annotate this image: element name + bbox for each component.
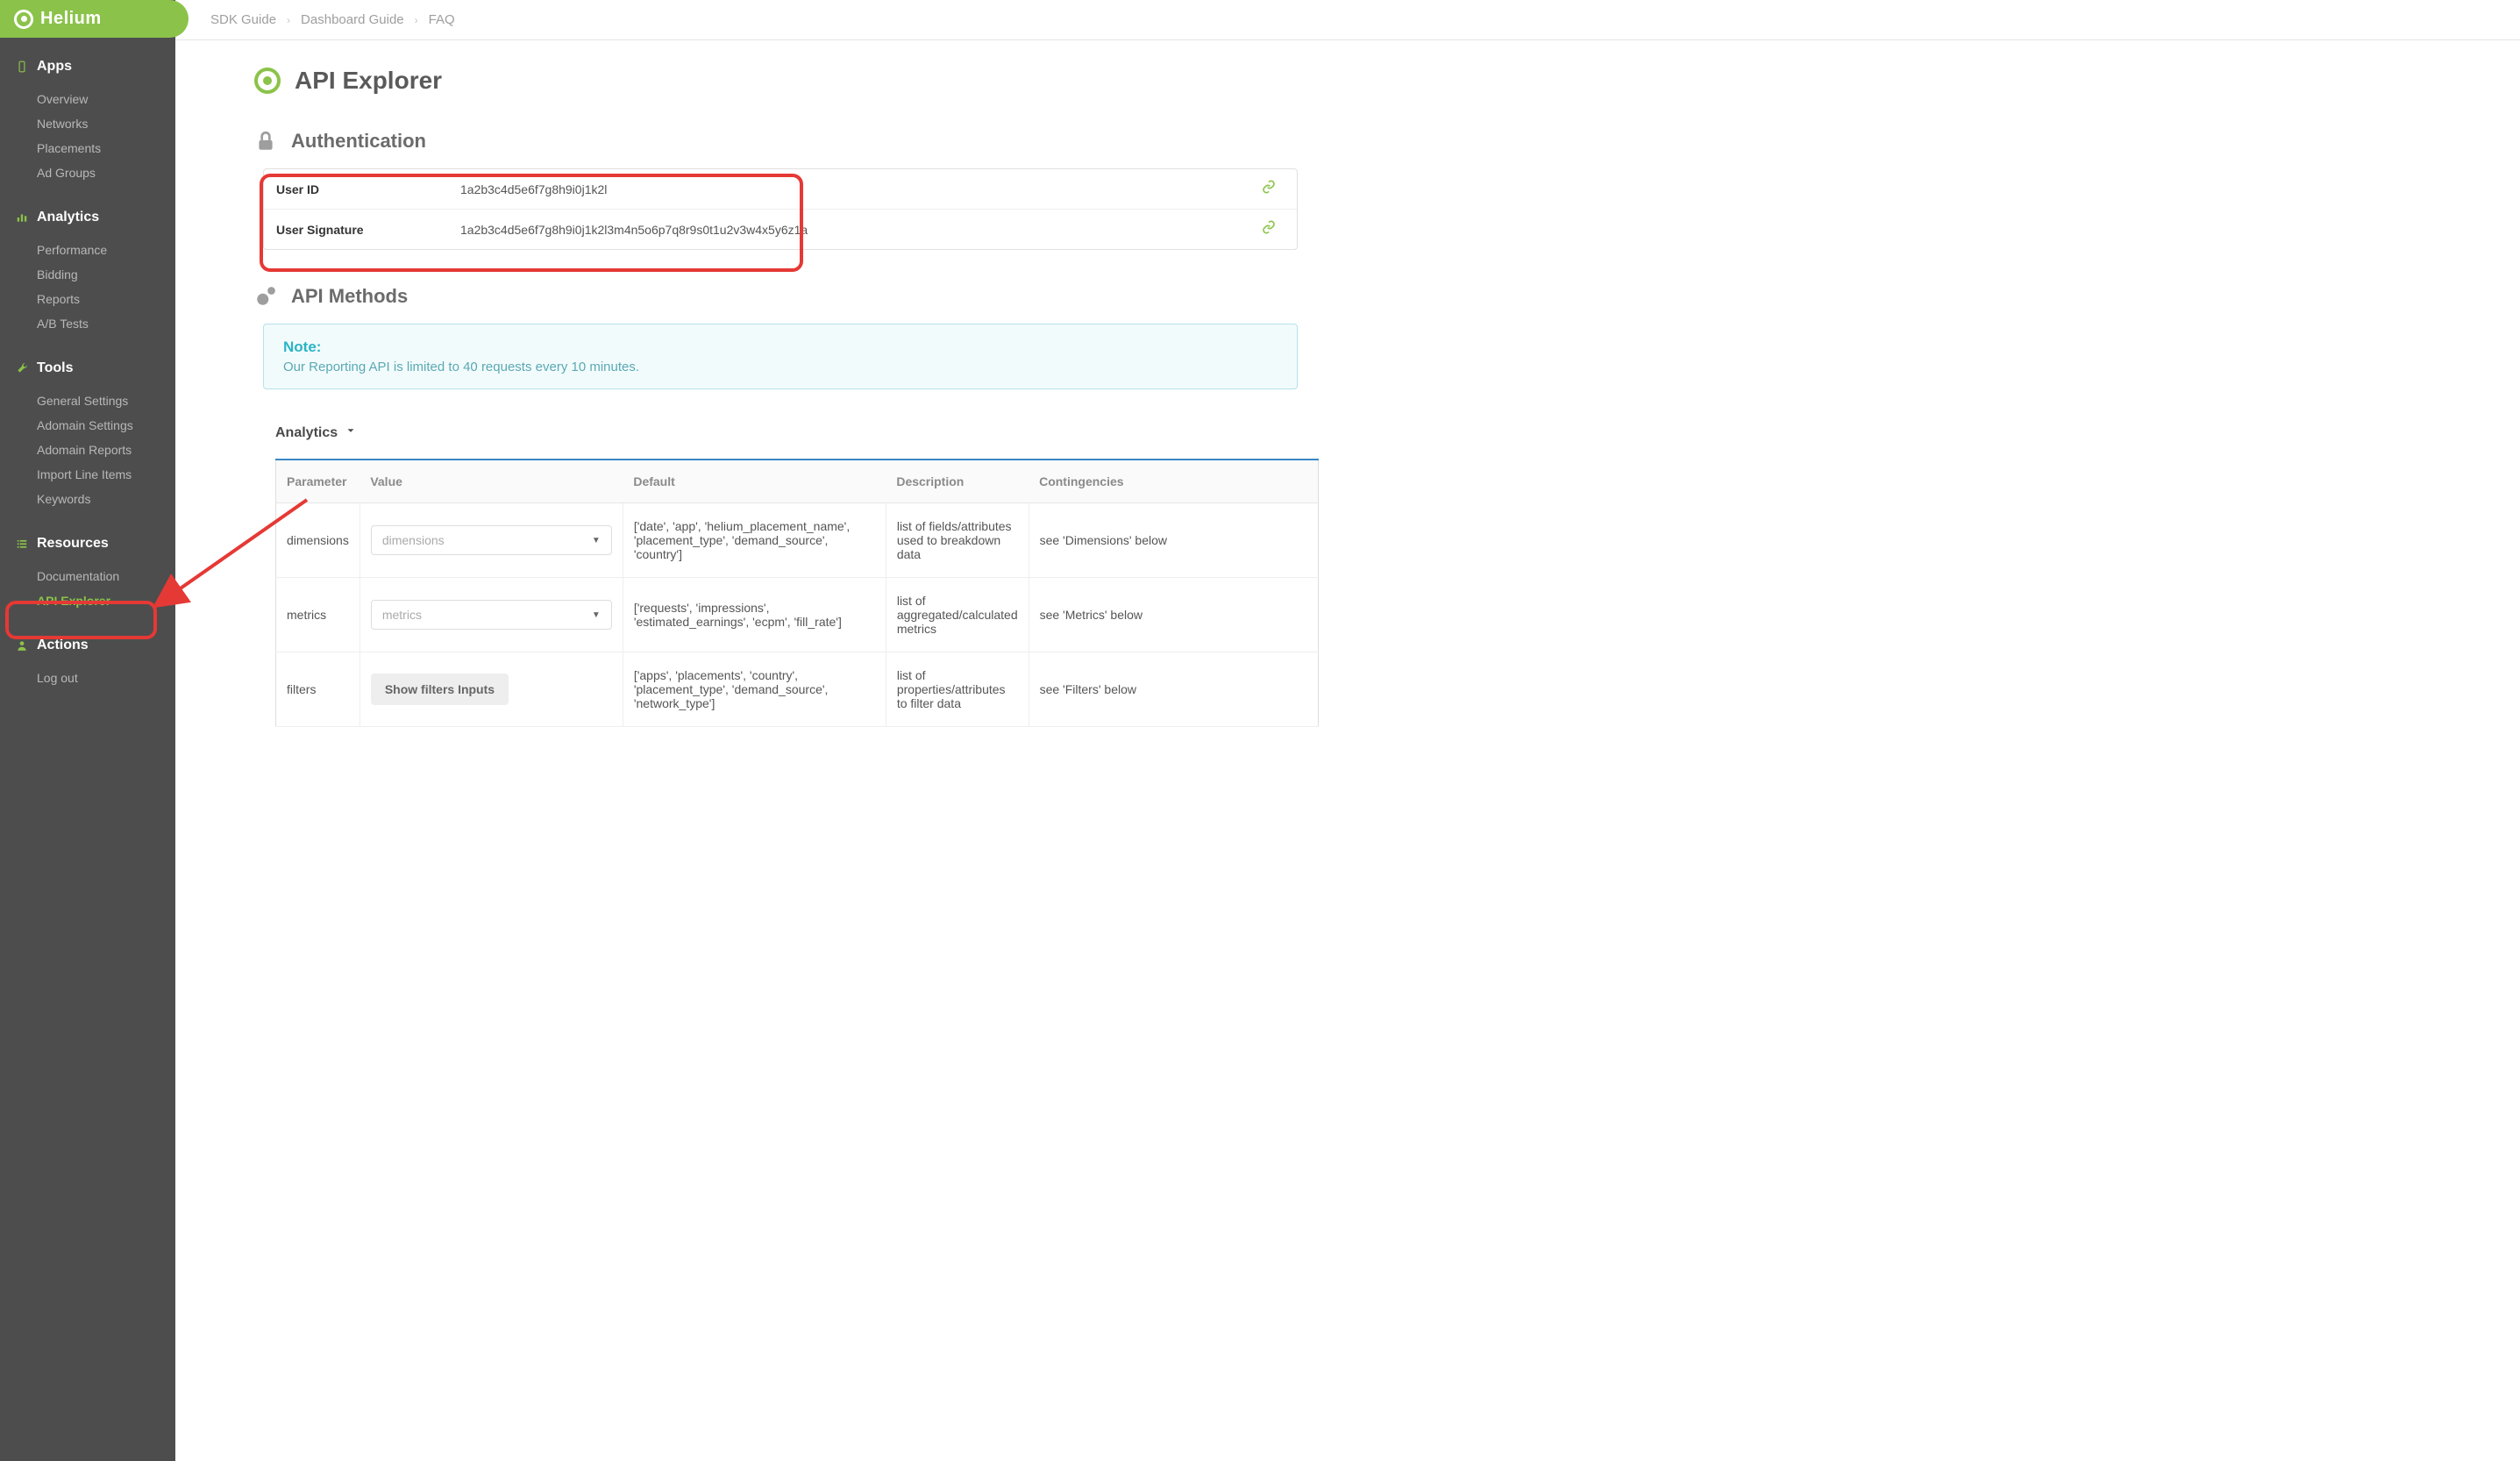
nav-section-label: Apps	[37, 59, 72, 75]
cell-cont: see 'Dimensions' below	[1029, 503, 1318, 578]
gears-icon	[254, 285, 277, 308]
sidebar-item-ab-tests[interactable]: A/B Tests	[0, 311, 175, 336]
show-filters-button[interactable]: Show filters Inputs	[371, 673, 509, 705]
sidebar-item-import-line-items[interactable]: Import Line Items	[0, 462, 175, 487]
section-authentication: Authentication	[291, 130, 426, 153]
sidebar-item-keywords[interactable]: Keywords	[0, 487, 175, 511]
brand-icon	[14, 10, 33, 29]
cell-desc: list of fields/attributes used to breakd…	[886, 503, 1029, 578]
cell-default: ['apps', 'placements', 'country', 'place…	[623, 652, 886, 727]
nav-section-actions[interactable]: Actions	[0, 632, 175, 659]
section-api-methods: API Methods	[291, 285, 408, 308]
th-description: Description	[886, 460, 1029, 503]
auth-row-user-signature: User Signature 1a2b3c4d5e6f7g8h9i0j1k2l3…	[264, 210, 1297, 249]
accordion-label: Analytics	[275, 425, 338, 441]
table-row: dimensions dimensions ▼ ['date', 'app', …	[276, 503, 1319, 578]
cell-param: filters	[276, 652, 360, 727]
params-table: Parameter Value Default Description Cont…	[275, 459, 1319, 727]
auth-label: User Signature	[276, 223, 460, 237]
list-icon	[16, 538, 28, 550]
sidebar-item-general-settings[interactable]: General Settings	[0, 388, 175, 413]
chevron-down-icon	[345, 424, 357, 441]
bar-chart-icon	[16, 211, 28, 224]
th-parameter: Parameter	[276, 460, 360, 503]
caret-down-icon: ▼	[592, 610, 601, 620]
cell-param: metrics	[276, 578, 360, 652]
sidebar-item-documentation[interactable]: Documentation	[0, 564, 175, 588]
sidebar-item-bidding[interactable]: Bidding	[0, 262, 175, 287]
nav-section-label: Actions	[37, 638, 89, 653]
accordion-analytics[interactable]: Analytics	[275, 424, 1298, 441]
metrics-dropdown[interactable]: metrics ▼	[371, 600, 612, 630]
auth-row-user-id: User ID 1a2b3c4d5e6f7g8h9i0j1k2l	[264, 169, 1297, 210]
nav-section-tools[interactable]: Tools	[0, 355, 175, 381]
sidebar-item-ad-groups[interactable]: Ad Groups	[0, 160, 175, 185]
sidebar-item-networks[interactable]: Networks	[0, 111, 175, 136]
sidebar-item-performance[interactable]: Performance	[0, 238, 175, 262]
cell-desc: list of aggregated/calculated metrics	[886, 578, 1029, 652]
chevron-right-icon: ›	[415, 14, 418, 26]
copy-link-icon[interactable]	[1253, 220, 1285, 239]
th-default: Default	[623, 460, 886, 503]
nav-section-apps[interactable]: Apps	[0, 53, 175, 80]
cell-cont: see 'Filters' below	[1029, 652, 1318, 727]
crumb-faq[interactable]: FAQ	[429, 12, 455, 27]
th-value: Value	[359, 460, 623, 503]
page-title: API Explorer	[295, 67, 442, 95]
dropdown-placeholder: dimensions	[382, 533, 445, 547]
th-contingencies: Contingencies	[1029, 460, 1318, 503]
nav-section-analytics[interactable]: Analytics	[0, 204, 175, 231]
nav-section-label: Resources	[37, 536, 109, 552]
auth-table: User ID 1a2b3c4d5e6f7g8h9i0j1k2l User Si…	[263, 168, 1298, 250]
wrench-icon	[16, 362, 28, 374]
nav-section-label: Analytics	[37, 210, 99, 225]
dimensions-dropdown[interactable]: dimensions ▼	[371, 525, 612, 555]
auth-value: 1a2b3c4d5e6f7g8h9i0j1k2l3m4n5o6p7q8r9s0t…	[460, 223, 1253, 237]
target-icon	[254, 68, 281, 94]
cell-param: dimensions	[276, 503, 360, 578]
sidebar-item-reports[interactable]: Reports	[0, 287, 175, 311]
phone-icon	[16, 61, 28, 73]
sidebar-item-placements[interactable]: Placements	[0, 136, 175, 160]
brand-name: Helium	[40, 9, 102, 29]
table-row: metrics metrics ▼ ['requests', 'impressi…	[276, 578, 1319, 652]
brand-logo[interactable]: Helium	[0, 0, 189, 38]
crumb-sdk-guide[interactable]: SDK Guide	[210, 12, 276, 27]
sidebar-item-api-explorer[interactable]: API Explorer	[0, 588, 175, 613]
auth-label: User ID	[276, 182, 460, 196]
chevron-right-icon: ›	[287, 14, 290, 26]
note-title: Note:	[283, 339, 1278, 356]
table-row: filters Show filters Inputs ['apps', 'pl…	[276, 652, 1319, 727]
dropdown-placeholder: metrics	[382, 608, 422, 622]
copy-link-icon[interactable]	[1253, 180, 1285, 198]
sidebar-item-log-out[interactable]: Log out	[0, 666, 175, 690]
sidebar-item-adomain-settings[interactable]: Adomain Settings	[0, 413, 175, 438]
user-icon	[16, 639, 28, 652]
cell-default: ['date', 'app', 'helium_placement_name',…	[623, 503, 886, 578]
nav-section-resources[interactable]: Resources	[0, 531, 175, 557]
lock-icon	[254, 130, 277, 153]
sidebar-item-overview[interactable]: Overview	[0, 87, 175, 111]
note-box: Note: Our Reporting API is limited to 40…	[263, 324, 1298, 389]
sidebar-item-adomain-reports[interactable]: Adomain Reports	[0, 438, 175, 462]
nav-section-label: Tools	[37, 360, 73, 376]
sidebar: Helium Apps Overview Networks Placements…	[0, 0, 175, 1461]
breadcrumb: SDK Guide › Dashboard Guide › FAQ	[175, 0, 2520, 40]
cell-desc: list of properties/attributes to filter …	[886, 652, 1029, 727]
auth-value: 1a2b3c4d5e6f7g8h9i0j1k2l	[460, 182, 1253, 196]
crumb-dashboard-guide[interactable]: Dashboard Guide	[301, 12, 404, 27]
caret-down-icon: ▼	[592, 536, 601, 545]
note-text: Our Reporting API is limited to 40 reque…	[283, 360, 1278, 374]
cell-cont: see 'Metrics' below	[1029, 578, 1318, 652]
cell-default: ['requests', 'impressions', 'estimated_e…	[623, 578, 886, 652]
